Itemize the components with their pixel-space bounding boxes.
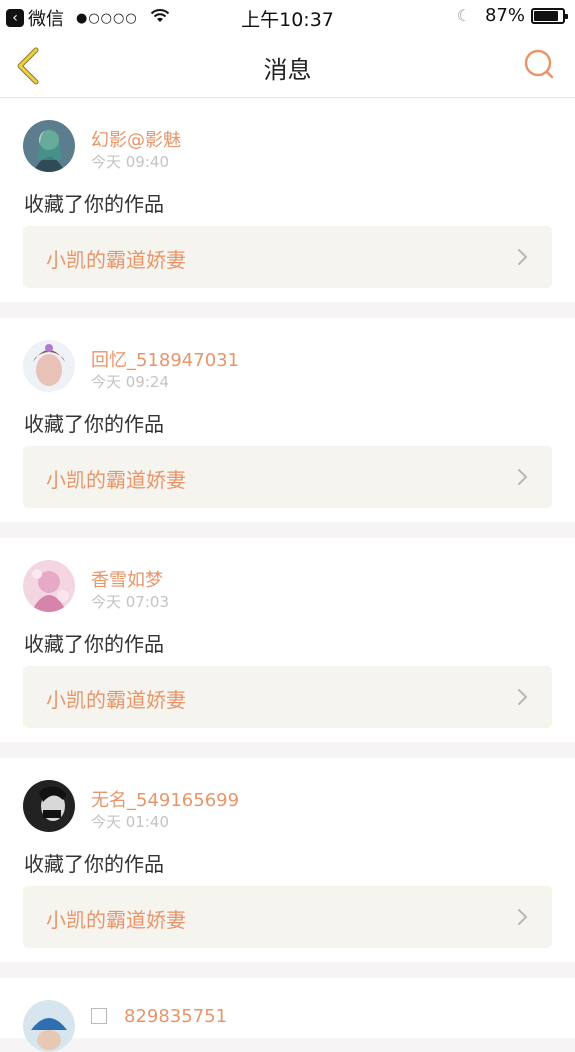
username[interactable]: 香雪如梦 <box>91 566 163 592</box>
chevron-right-icon <box>516 906 530 928</box>
message-card: 无名_549165699 今天 01:40 收藏了你的作品 小凯的霸道娇妻 <box>0 758 575 962</box>
avatar[interactable] <box>23 560 75 612</box>
message-card: 829835751 <box>0 978 575 1052</box>
search-icon[interactable] <box>521 46 557 82</box>
battery-fill <box>534 10 559 21</box>
username[interactable]: 回忆_518947031 <box>91 346 239 372</box>
work-title: 小凯的霸道娇妻 <box>46 468 186 492</box>
work-link[interactable]: 小凯的霸道娇妻 <box>23 666 552 728</box>
avatar[interactable] <box>23 1000 75 1052</box>
action-text: 收藏了你的作品 <box>24 412 164 436</box>
action-text: 收藏了你的作品 <box>24 192 164 216</box>
work-link[interactable]: 小凯的霸道娇妻 <box>23 446 552 508</box>
avatar[interactable] <box>23 340 75 392</box>
nav-bar: 消息 <box>0 32 575 98</box>
message-time: 今天 01:40 <box>91 813 169 831</box>
message-list: 幻影@影魅 今天 09:40 收藏了你的作品 小凯的霸道娇妻 回忆_518947… <box>0 98 575 1052</box>
work-title: 小凯的霸道娇妻 <box>46 248 186 272</box>
message-card: 幻影@影魅 今天 09:40 收藏了你的作品 小凯的霸道娇妻 <box>0 98 575 302</box>
message-time: 今天 09:40 <box>91 153 169 171</box>
message-time: 今天 07:03 <box>91 593 169 611</box>
battery-icon <box>531 7 568 24</box>
username[interactable]: 幻影@影魅 <box>91 126 181 152</box>
message-card: 香雪如梦 今天 07:03 收藏了你的作品 小凯的霸道娇妻 <box>0 538 575 742</box>
work-link[interactable]: 小凯的霸道娇妻 <box>23 886 552 948</box>
page-title: 消息 <box>263 56 312 84</box>
action-text: 收藏了你的作品 <box>24 632 164 656</box>
chevron-right-icon <box>516 246 530 268</box>
message-time: 今天 09:24 <box>91 373 169 391</box>
avatar[interactable] <box>23 780 75 832</box>
placeholder-glyph <box>91 1008 107 1024</box>
do-not-disturb-icon: ☾ <box>456 6 471 25</box>
avatar[interactable] <box>23 120 75 172</box>
work-title: 小凯的霸道娇妻 <box>46 908 186 932</box>
chevron-right-icon <box>516 686 530 708</box>
work-title: 小凯的霸道娇妻 <box>46 688 186 712</box>
chevron-right-icon <box>516 466 530 488</box>
battery-percent: 87% <box>484 5 525 26</box>
status-bar: ‹ 微信 ●○○○○ 上午10:37 ☾ 87% <box>0 0 575 32</box>
action-text: 收藏了你的作品 <box>24 852 164 876</box>
status-right: ☾ 87% <box>456 5 568 26</box>
work-link[interactable]: 小凯的霸道娇妻 <box>23 226 552 288</box>
message-card: 回忆_518947031 今天 09:24 收藏了你的作品 小凯的霸道娇妻 <box>0 318 575 522</box>
username[interactable]: 无名_549165699 <box>91 786 239 812</box>
